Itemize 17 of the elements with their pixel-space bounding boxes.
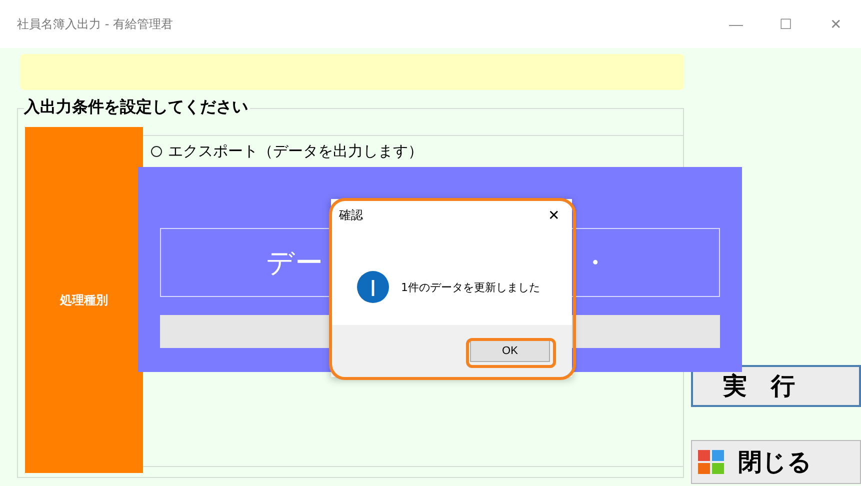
close-button[interactable]: ✕ xyxy=(542,205,566,225)
progress-text: ・ xyxy=(581,244,609,280)
progress-text: デー xyxy=(266,244,323,280)
radio-button[interactable] xyxy=(151,146,162,157)
dialog-message: 1件のデータを更新しました xyxy=(401,280,540,294)
window-control[interactable]: ☐ xyxy=(761,4,811,44)
window-control[interactable]: ✕ xyxy=(811,4,861,44)
row-header: 処理種別 xyxy=(25,127,143,473)
info-icon xyxy=(357,271,389,303)
window-title: 社員名簿入出力 - 有給管理君 xyxy=(17,16,173,32)
execute-button[interactable]: 実 行 xyxy=(691,365,861,407)
window-control[interactable]: — xyxy=(711,4,761,44)
close-button[interactable]: 閉じる xyxy=(691,440,861,484)
squares-icon xyxy=(698,450,724,474)
group-title: 入出力条件を設定してください xyxy=(24,97,250,118)
dialog-title: 確認 xyxy=(339,206,363,224)
option-label[interactable]: エクスポート（データを出力します） xyxy=(168,142,423,161)
